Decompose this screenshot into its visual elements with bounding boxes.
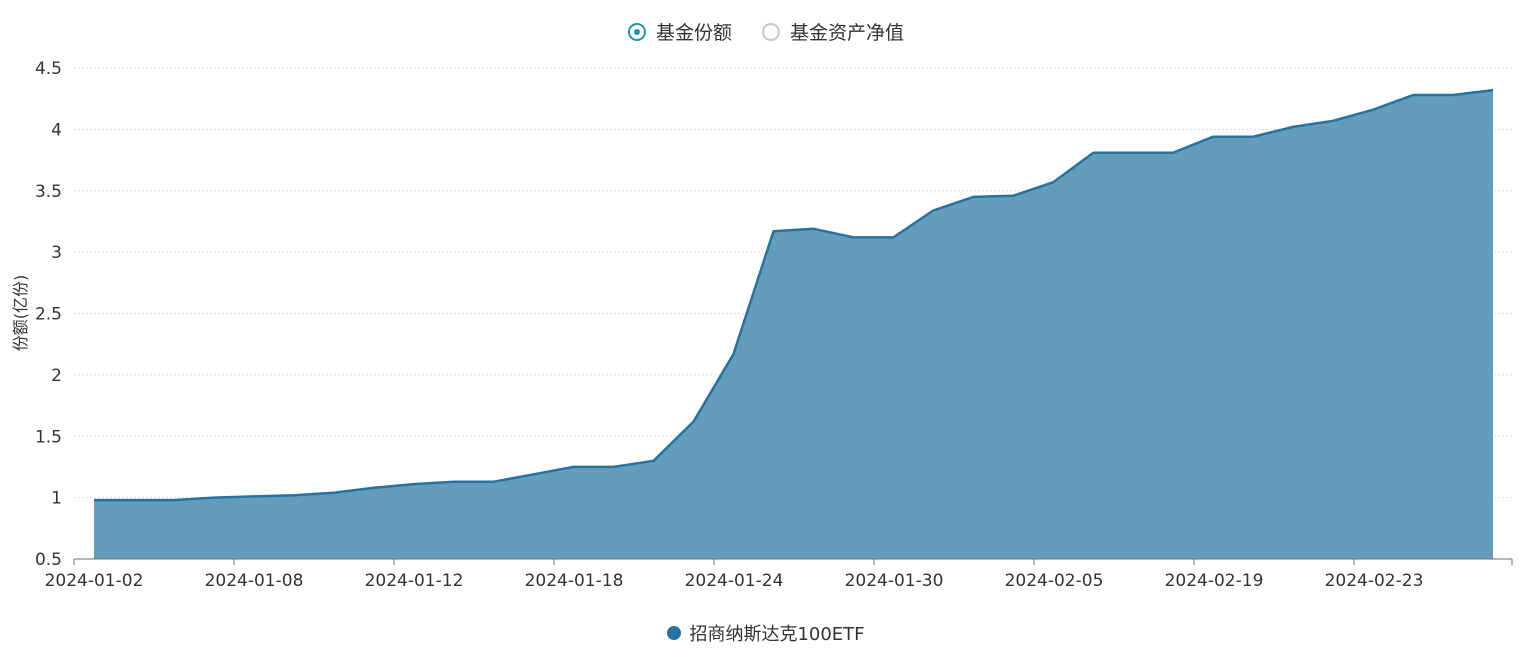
y-tick-label: 1.5 bbox=[35, 427, 62, 447]
y-tick-label: 1 bbox=[51, 489, 62, 509]
y-tick-label: 3.5 bbox=[35, 182, 62, 202]
y-tick-label: 0.5 bbox=[35, 550, 62, 570]
y-axis-label: 份额(亿份) bbox=[11, 275, 30, 352]
area-chart: 0.5 1 1.5 2 2.5 3 3.5 4 4.5 2024-01-02 2024-01-08… bbox=[11, 59, 1513, 591]
legend-series-label[interactable]: 招商纳斯达克100ETF bbox=[689, 620, 864, 646]
x-axis: 2024-01-02 2024-01-08 2024-01-12 2024-01-18… bbox=[45, 558, 1513, 591]
legend-series-marker bbox=[667, 626, 682, 640]
y-tick-label: 4 bbox=[51, 120, 62, 140]
chart-legend: 招商纳斯达克100ETF bbox=[0, 620, 1532, 646]
x-tick-label: 2024-01-02 bbox=[45, 571, 144, 591]
x-tick-label: 2024-02-05 bbox=[1005, 571, 1104, 591]
x-tick-label: 2024-02-19 bbox=[1165, 571, 1264, 591]
series-area bbox=[94, 90, 1493, 559]
x-tick-label: 2024-02-23 bbox=[1325, 571, 1424, 591]
y-tick-label: 2.5 bbox=[35, 305, 62, 325]
y-tick-label: 2 bbox=[51, 366, 62, 386]
x-tick-label: 2024-01-24 bbox=[685, 571, 784, 591]
x-tick-label: 2024-01-12 bbox=[365, 571, 464, 591]
x-tick-label: 2024-01-08 bbox=[205, 571, 304, 591]
x-tick-label: 2024-01-30 bbox=[845, 571, 944, 591]
y-tick-label: 4.5 bbox=[35, 59, 62, 79]
y-axis: 0.5 1 1.5 2 2.5 3 3.5 4 4.5 bbox=[35, 59, 62, 570]
x-tick-label: 2024-01-18 bbox=[525, 571, 624, 591]
y-tick-label: 3 bbox=[51, 243, 62, 263]
